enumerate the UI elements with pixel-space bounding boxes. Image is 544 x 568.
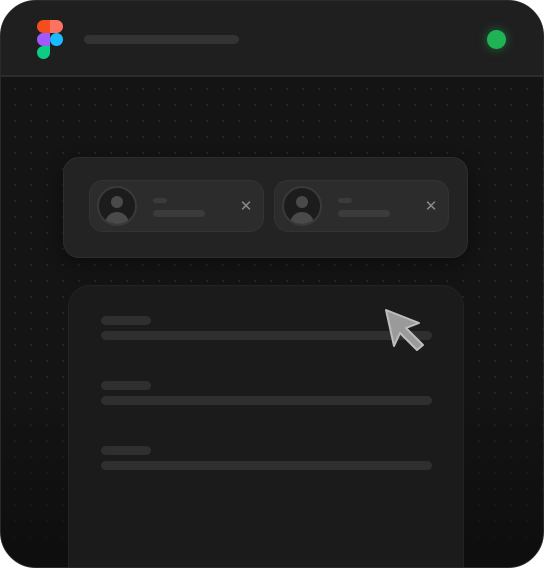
window-title bbox=[84, 35, 239, 44]
title-bar bbox=[1, 1, 543, 77]
pointer-cursor-icon bbox=[385, 309, 424, 351]
user-chip[interactable]: ✕ bbox=[89, 180, 264, 232]
user-chip-label bbox=[153, 198, 167, 203]
figma-logo-icon[interactable] bbox=[37, 20, 63, 59]
field-label bbox=[101, 381, 151, 390]
user-avatar-icon bbox=[97, 186, 137, 226]
user-chip-name bbox=[153, 210, 205, 217]
user-chip-panel: ✕ ✕ bbox=[63, 157, 468, 258]
online-status-indicator bbox=[487, 30, 506, 49]
field-label bbox=[101, 446, 151, 455]
user-chip-label bbox=[338, 198, 352, 203]
close-icon[interactable]: ✕ bbox=[422, 197, 440, 215]
text-field[interactable] bbox=[101, 396, 432, 405]
app-window: ✕ ✕ bbox=[0, 0, 544, 568]
close-icon[interactable]: ✕ bbox=[237, 197, 255, 215]
user-chip-name bbox=[338, 210, 390, 217]
user-chip[interactable]: ✕ bbox=[274, 180, 449, 232]
user-avatar-icon bbox=[282, 186, 322, 226]
text-field[interactable] bbox=[101, 461, 432, 470]
field-label bbox=[101, 316, 151, 325]
